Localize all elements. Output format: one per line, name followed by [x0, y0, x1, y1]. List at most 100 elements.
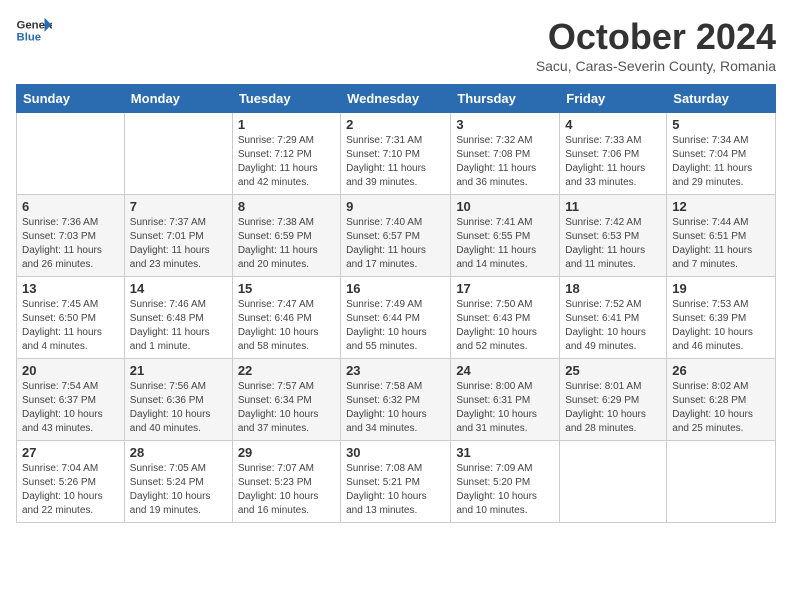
day-number: 12: [672, 199, 770, 214]
day-number: 19: [672, 281, 770, 296]
day-info: Sunrise: 7:34 AMSunset: 7:04 PMDaylight:…: [672, 134, 770, 190]
day-info: Sunrise: 7:45 AMSunset: 6:50 PMDaylight:…: [22, 298, 119, 354]
day-cell: 16 Sunrise: 7:49 AMSunset: 6:44 PMDayligh…: [341, 277, 451, 359]
weekday-monday: Monday: [124, 85, 232, 113]
day-info: Sunrise: 7:58 AMSunset: 6:32 PMDaylight:…: [346, 380, 445, 436]
day-number: 28: [130, 445, 227, 460]
day-number: 31: [456, 445, 554, 460]
day-number: 9: [346, 199, 445, 214]
day-cell: 11 Sunrise: 7:42 AMSunset: 6:53 PMDayligh…: [560, 195, 667, 277]
day-number: 30: [346, 445, 445, 460]
day-cell: 23 Sunrise: 7:58 AMSunset: 6:32 PMDayligh…: [341, 359, 451, 441]
svg-text:Blue: Blue: [17, 32, 42, 44]
day-cell: [667, 441, 776, 523]
day-number: 16: [346, 281, 445, 296]
day-number: 3: [456, 117, 554, 132]
day-info: Sunrise: 7:04 AMSunset: 5:26 PMDaylight:…: [22, 462, 119, 518]
day-info: Sunrise: 7:07 AMSunset: 5:23 PMDaylight:…: [238, 462, 335, 518]
weekday-tuesday: Tuesday: [232, 85, 340, 113]
day-info: Sunrise: 8:02 AMSunset: 6:28 PMDaylight:…: [672, 380, 770, 436]
day-cell: 29 Sunrise: 7:07 AMSunset: 5:23 PMDayligh…: [232, 441, 340, 523]
day-cell: 30 Sunrise: 7:08 AMSunset: 5:21 PMDayligh…: [341, 441, 451, 523]
day-cell: 2 Sunrise: 7:31 AMSunset: 7:10 PMDaylight…: [341, 113, 451, 195]
logo: General Blue: [16, 16, 54, 44]
day-cell: 27Sunrise: 7:04 AMSunset: 5:26 PMDayligh…: [17, 441, 125, 523]
page-header: General Blue October 2024 Sacu, Caras-Se…: [16, 16, 776, 74]
day-cell: 21 Sunrise: 7:56 AMSunset: 6:36 PMDayligh…: [124, 359, 232, 441]
week-row-1: 1 Sunrise: 7:29 AMSunset: 7:12 PMDaylight…: [17, 113, 776, 195]
day-number: 15: [238, 281, 335, 296]
weekday-friday: Friday: [560, 85, 667, 113]
day-cell: [560, 441, 667, 523]
day-cell: 13 Sunrise: 7:45 AMSunset: 6:50 PMDayligh…: [17, 277, 125, 359]
week-row-4: 20Sunrise: 7:54 AMSunset: 6:37 PMDayligh…: [17, 359, 776, 441]
day-number: 6: [22, 199, 119, 214]
day-cell: 5Sunrise: 7:34 AMSunset: 7:04 PMDaylight…: [667, 113, 776, 195]
day-cell: 28Sunrise: 7:05 AMSunset: 5:24 PMDayligh…: [124, 441, 232, 523]
location-subtitle: Sacu, Caras-Severin County, Romania: [536, 58, 776, 74]
day-number: 24: [456, 363, 554, 378]
day-info: Sunrise: 7:36 AMSunset: 7:03 PMDaylight:…: [22, 216, 119, 272]
day-cell: 3 Sunrise: 7:32 AMSunset: 7:08 PMDaylight…: [451, 113, 560, 195]
day-info: Sunrise: 7:38 AMSunset: 6:59 PMDaylight:…: [238, 216, 335, 272]
day-info: Sunrise: 7:29 AMSunset: 7:12 PMDaylight:…: [238, 134, 335, 190]
day-cell: 17 Sunrise: 7:50 AMSunset: 6:43 PMDayligh…: [451, 277, 560, 359]
day-cell: 22Sunrise: 7:57 AMSunset: 6:34 PMDayligh…: [232, 359, 340, 441]
day-number: 25: [565, 363, 661, 378]
day-cell: 8 Sunrise: 7:38 AMSunset: 6:59 PMDaylight…: [232, 195, 340, 277]
weekday-sunday: Sunday: [17, 85, 125, 113]
day-number: 23: [346, 363, 445, 378]
day-cell: 15 Sunrise: 7:47 AMSunset: 6:46 PMDayligh…: [232, 277, 340, 359]
day-cell: [17, 113, 125, 195]
day-info: Sunrise: 7:40 AMSunset: 6:57 PMDaylight:…: [346, 216, 445, 272]
week-row-5: 27Sunrise: 7:04 AMSunset: 5:26 PMDayligh…: [17, 441, 776, 523]
weekday-saturday: Saturday: [667, 85, 776, 113]
day-number: 13: [22, 281, 119, 296]
day-info: Sunrise: 7:50 AMSunset: 6:43 PMDaylight:…: [456, 298, 554, 354]
day-number: 17: [456, 281, 554, 296]
calendar-table: SundayMondayTuesdayWednesdayThursdayFrid…: [16, 84, 776, 523]
day-number: 10: [456, 199, 554, 214]
day-info: Sunrise: 7:47 AMSunset: 6:46 PMDaylight:…: [238, 298, 335, 354]
logo-icon: General Blue: [16, 16, 52, 44]
day-cell: 14 Sunrise: 7:46 AMSunset: 6:48 PMDayligh…: [124, 277, 232, 359]
weekday-thursday: Thursday: [451, 85, 560, 113]
day-info: Sunrise: 7:53 AMSunset: 6:39 PMDaylight:…: [672, 298, 770, 354]
day-number: 29: [238, 445, 335, 460]
day-info: Sunrise: 7:37 AMSunset: 7:01 PMDaylight:…: [130, 216, 227, 272]
day-number: 21: [130, 363, 227, 378]
day-cell: 25 Sunrise: 8:01 AMSunset: 6:29 PMDayligh…: [560, 359, 667, 441]
day-cell: 19 Sunrise: 7:53 AMSunset: 6:39 PMDayligh…: [667, 277, 776, 359]
day-info: Sunrise: 7:32 AMSunset: 7:08 PMDaylight:…: [456, 134, 554, 190]
day-info: Sunrise: 7:44 AMSunset: 6:51 PMDaylight:…: [672, 216, 770, 272]
day-number: 1: [238, 117, 335, 132]
day-info: Sunrise: 7:49 AMSunset: 6:44 PMDaylight:…: [346, 298, 445, 354]
day-number: 11: [565, 199, 661, 214]
month-title: October 2024: [536, 16, 776, 58]
day-cell: 18 Sunrise: 7:52 AMSunset: 6:41 PMDayligh…: [560, 277, 667, 359]
day-number: 20: [22, 363, 119, 378]
day-info: Sunrise: 7:42 AMSunset: 6:53 PMDaylight:…: [565, 216, 661, 272]
title-block: October 2024 Sacu, Caras-Severin County,…: [536, 16, 776, 74]
day-info: Sunrise: 7:52 AMSunset: 6:41 PMDaylight:…: [565, 298, 661, 354]
day-number: 7: [130, 199, 227, 214]
day-number: 18: [565, 281, 661, 296]
day-number: 2: [346, 117, 445, 132]
day-cell: [124, 113, 232, 195]
day-info: Sunrise: 7:46 AMSunset: 6:48 PMDaylight:…: [130, 298, 227, 354]
day-info: Sunrise: 7:56 AMSunset: 6:36 PMDaylight:…: [130, 380, 227, 436]
day-cell: 10 Sunrise: 7:41 AMSunset: 6:55 PMDayligh…: [451, 195, 560, 277]
day-number: 4: [565, 117, 661, 132]
day-info: Sunrise: 7:41 AMSunset: 6:55 PMDaylight:…: [456, 216, 554, 272]
day-info: Sunrise: 8:01 AMSunset: 6:29 PMDaylight:…: [565, 380, 661, 436]
day-info: Sunrise: 7:08 AMSunset: 5:21 PMDaylight:…: [346, 462, 445, 518]
day-info: Sunrise: 7:33 AMSunset: 7:06 PMDaylight:…: [565, 134, 661, 190]
day-cell: 9 Sunrise: 7:40 AMSunset: 6:57 PMDaylight…: [341, 195, 451, 277]
week-row-3: 13 Sunrise: 7:45 AMSunset: 6:50 PMDayligh…: [17, 277, 776, 359]
day-number: 14: [130, 281, 227, 296]
day-info: Sunrise: 7:09 AMSunset: 5:20 PMDaylight:…: [456, 462, 554, 518]
day-number: 8: [238, 199, 335, 214]
week-row-2: 6 Sunrise: 7:36 AMSunset: 7:03 PMDaylight…: [17, 195, 776, 277]
day-cell: 31 Sunrise: 7:09 AMSunset: 5:20 PMDayligh…: [451, 441, 560, 523]
day-info: Sunrise: 7:31 AMSunset: 7:10 PMDaylight:…: [346, 134, 445, 190]
